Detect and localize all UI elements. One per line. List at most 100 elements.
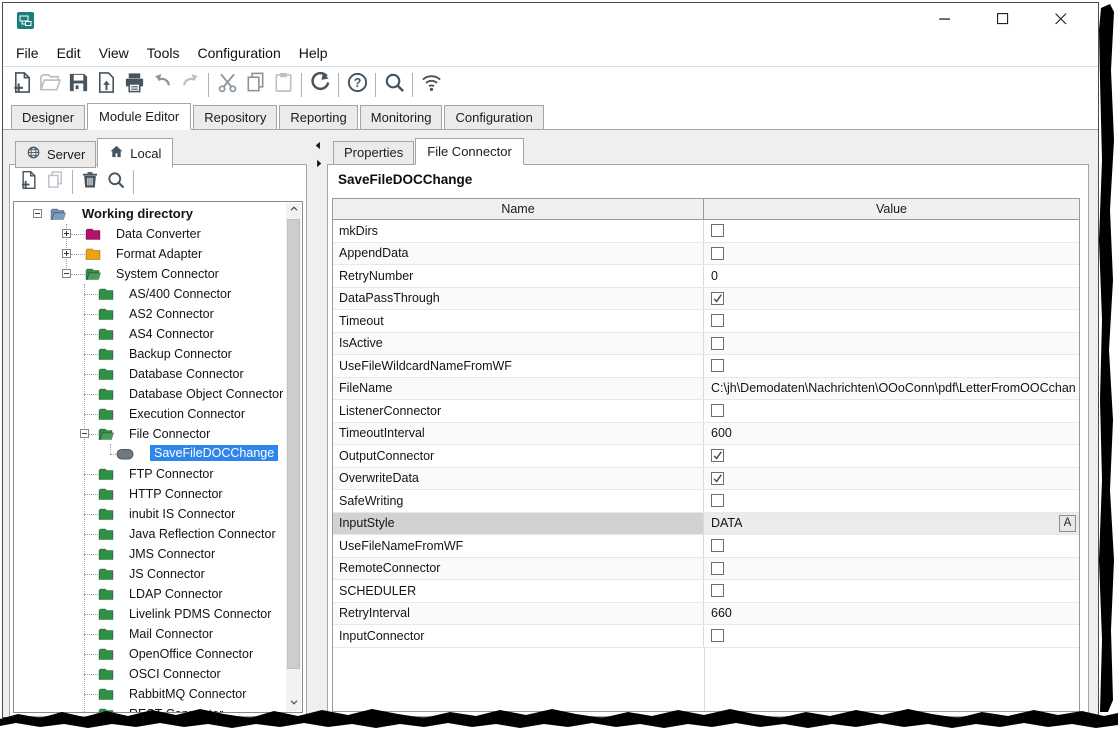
menu-item-tools[interactable]: Tools (138, 43, 189, 63)
tab-configuration[interactable]: Configuration (444, 105, 543, 130)
tree-item-database-connector[interactable]: Database Connector (14, 364, 286, 384)
property-row-outputconnector[interactable]: OutputConnector (333, 445, 1079, 468)
property-row-inputconnector[interactable]: InputConnector (333, 625, 1079, 648)
tree-item-system-connector[interactable]: System Connector (14, 264, 286, 284)
property-row-timeout[interactable]: Timeout (333, 310, 1079, 333)
property-value[interactable] (704, 220, 1079, 242)
tree-item-rabbitmq-connector[interactable]: RabbitMQ Connector (14, 684, 286, 704)
tab-reporting[interactable]: Reporting (279, 105, 357, 130)
copy-button[interactable] (241, 71, 269, 99)
checkbox-appenddata-unchecked[interactable] (711, 247, 724, 260)
tree-item-execution-connector[interactable]: Execution Connector (14, 404, 286, 424)
tab-properties[interactable]: Properties (333, 141, 414, 165)
print-button[interactable] (120, 71, 148, 99)
tab-local[interactable]: Local (97, 138, 173, 168)
import-file-button[interactable] (92, 71, 120, 99)
checkbox-datapassthrough-checked[interactable] (711, 292, 724, 305)
maximize-button[interactable] (974, 6, 1032, 36)
tree-item-file-connector[interactable]: File Connector (14, 424, 286, 444)
refresh-button[interactable] (306, 71, 334, 99)
property-value[interactable]: 600 (704, 423, 1079, 445)
property-row-retryinterval[interactable]: RetryInterval660 (333, 603, 1079, 626)
tree-item-database-object-connector[interactable]: Database Object Connector (14, 384, 286, 404)
tree-item-savefiledocchange[interactable]: SaveFileDOCChange (14, 444, 286, 464)
undo-button[interactable] (148, 71, 176, 99)
property-value[interactable] (704, 625, 1079, 647)
tree-item-as2-connector[interactable]: AS2 Connector (14, 304, 286, 324)
property-value[interactable] (704, 243, 1079, 265)
redo-button[interactable] (176, 71, 204, 99)
minimize-button[interactable] (916, 6, 974, 36)
save-button[interactable] (64, 71, 92, 99)
paste-button[interactable] (269, 71, 297, 99)
property-value[interactable] (704, 558, 1079, 580)
property-row-remoteconnector[interactable]: RemoteConnector (333, 558, 1079, 581)
menu-item-help[interactable]: Help (290, 43, 337, 63)
tree-item-jms-connector[interactable]: JMS Connector (14, 544, 286, 564)
collapse-toggle-icon[interactable] (80, 429, 89, 438)
checkbox-remoteconnector-unchecked[interactable] (711, 562, 724, 575)
tree-item-as-400-connector[interactable]: AS/400 Connector (14, 284, 286, 304)
tab-repository[interactable]: Repository (193, 105, 277, 130)
collapse-toggle-icon[interactable] (62, 269, 71, 278)
property-row-scheduler[interactable]: SCHEDULER (333, 580, 1079, 603)
panel-splitter[interactable] (311, 138, 325, 168)
scrollbar-thumb[interactable] (287, 219, 300, 669)
tree-item-inubit-is-connector[interactable]: inubit IS Connector (14, 504, 286, 524)
property-value[interactable] (704, 490, 1079, 512)
menu-item-file[interactable]: File (7, 43, 48, 63)
checkbox-timeout-unchecked[interactable] (711, 314, 724, 327)
tree-item-rest-connector[interactable]: REST Connector (14, 704, 286, 713)
wifi-button[interactable] (417, 71, 445, 99)
checkbox-safewriting-unchecked[interactable] (711, 494, 724, 507)
property-value[interactable] (704, 445, 1079, 467)
tree-scrollbar[interactable] (286, 203, 301, 711)
tree-item-java-reflection-connector[interactable]: Java Reflection Connector (14, 524, 286, 544)
new-file-button[interactable] (8, 71, 36, 99)
property-value[interactable] (704, 580, 1079, 602)
new-file-button[interactable] (16, 169, 42, 195)
open-folder-button[interactable] (36, 71, 64, 99)
property-value[interactable] (704, 400, 1079, 422)
property-row-inputstyle[interactable]: InputStyleDATAA (333, 513, 1079, 536)
tab-server[interactable]: Server (15, 141, 96, 168)
menu-item-configuration[interactable]: Configuration (188, 43, 289, 63)
tree-item-as4-connector[interactable]: AS4 Connector (14, 324, 286, 344)
property-value[interactable]: C:\jh\Demodaten\Nachrichten\OOoConn\pdf\… (704, 378, 1079, 400)
property-row-usefilewildcardnamefromwf[interactable]: UseFileWildcardNameFromWF (333, 355, 1079, 378)
tab-designer[interactable]: Designer (11, 105, 85, 130)
expand-toggle-icon[interactable] (62, 249, 71, 258)
checkbox-overwritedata-checked[interactable] (711, 472, 724, 485)
property-value[interactable] (704, 333, 1079, 355)
property-row-datapassthrough[interactable]: DataPassThrough (333, 288, 1079, 311)
copy-button[interactable] (42, 169, 68, 195)
tree-item-data-converter[interactable]: Data Converter (14, 224, 286, 244)
property-row-listenerconnector[interactable]: ListenerConnector (333, 400, 1079, 423)
property-row-retrynumber[interactable]: RetryNumber0 (333, 265, 1079, 288)
tab-monitoring[interactable]: Monitoring (360, 105, 443, 130)
property-value[interactable]: 0 (704, 265, 1079, 287)
expand-toggle-icon[interactable] (62, 229, 71, 238)
tree-item-livelink-pdms-connector[interactable]: Livelink PDMS Connector (14, 604, 286, 624)
property-value[interactable] (704, 468, 1079, 490)
checkbox-scheduler-unchecked[interactable] (711, 584, 724, 597)
property-row-isactive[interactable]: IsActive (333, 333, 1079, 356)
tab-module-editor[interactable]: Module Editor (87, 103, 191, 130)
search-button[interactable] (380, 71, 408, 99)
tree-item-backup-connector[interactable]: Backup Connector (14, 344, 286, 364)
menu-item-edit[interactable]: Edit (48, 43, 90, 63)
property-value[interactable] (704, 535, 1079, 557)
property-value[interactable] (704, 355, 1079, 377)
checkbox-mkdirs-unchecked[interactable] (711, 224, 724, 237)
property-value[interactable] (704, 288, 1079, 310)
tree-item-working-directory[interactable]: Working directory (14, 204, 286, 224)
property-row-appenddata[interactable]: AppendData (333, 243, 1079, 266)
checkbox-usefilenamefromwf-unchecked[interactable] (711, 539, 724, 552)
checkbox-outputconnector-checked[interactable] (711, 449, 724, 462)
tree-item-mail-connector[interactable]: Mail Connector (14, 624, 286, 644)
trash-button[interactable] (77, 169, 103, 195)
value-editor-button[interactable]: A (1059, 515, 1076, 532)
property-row-filename[interactable]: FileNameC:\jh\Demodaten\Nachrichten\OOoC… (333, 378, 1079, 401)
collapse-toggle-icon[interactable] (33, 209, 42, 218)
property-row-usefilenamefromwf[interactable]: UseFileNameFromWF (333, 535, 1079, 558)
